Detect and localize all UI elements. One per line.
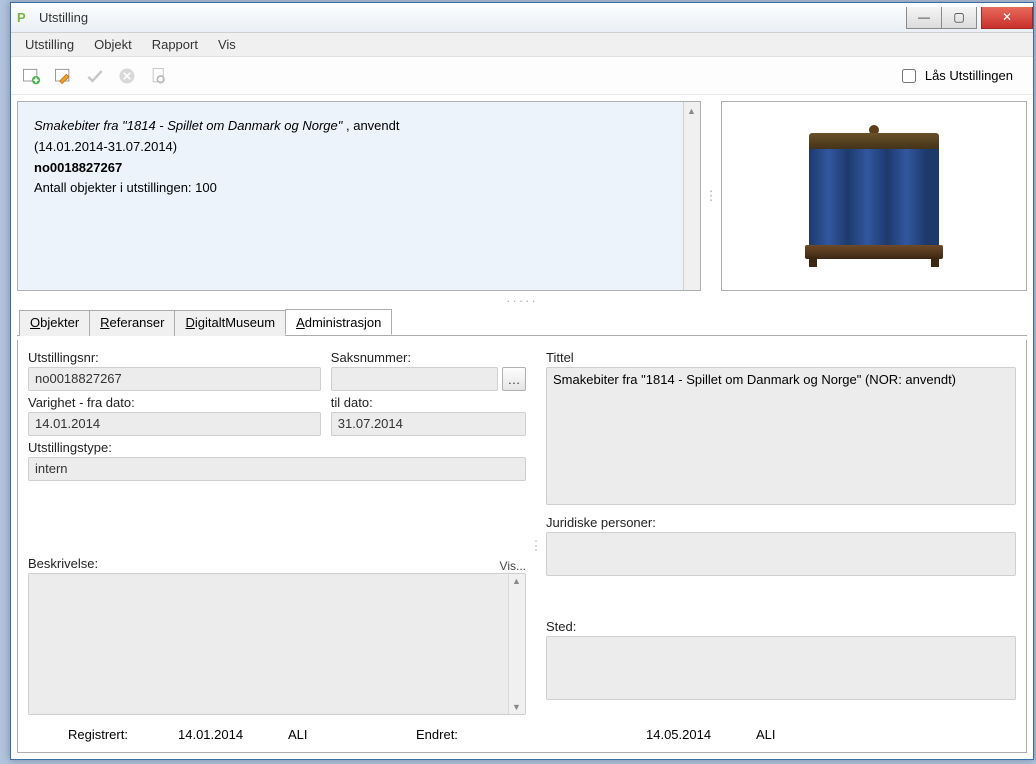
varighet-fra-label: Varighet - fra dato: xyxy=(28,393,321,412)
splitter-vertical[interactable]: ····· xyxy=(17,295,1027,305)
til-dato-input[interactable]: 31.07.2014 xyxy=(331,412,526,436)
utstillingsnr-input[interactable]: no0018827267 xyxy=(28,367,321,391)
registrert-label: Registrert: xyxy=(68,727,138,742)
info-dates: (14.01.2014-31.07.2014) xyxy=(34,137,684,158)
menubar: Utstilling Objekt Rapport Vis xyxy=(11,33,1033,57)
object-thumbnail xyxy=(799,121,949,271)
endret-label: Endret: xyxy=(416,727,486,742)
app-icon: P xyxy=(17,10,33,26)
tab-digitalt-rest: igitaltMuseum xyxy=(195,315,275,330)
column-splitter[interactable]: ⋮ xyxy=(532,348,540,744)
saksnummer-field: … xyxy=(331,367,526,391)
tab-objekter-rest: bjekter xyxy=(40,315,79,330)
tab-referanser-rest: eferanser xyxy=(110,315,165,330)
sted-label: Sted: xyxy=(546,617,1016,636)
tittel-input[interactable]: Smakebiter fra "1814 - Spillet om Danmar… xyxy=(546,367,1016,505)
app-window: P Utstilling — ▢ ✕ Utstilling Objekt Rap… xyxy=(10,2,1034,760)
beskrivelse-textarea[interactable] xyxy=(28,573,526,715)
saksnummer-input[interactable] xyxy=(331,367,498,391)
window-controls: — ▢ ✕ xyxy=(906,7,1033,29)
accept-button[interactable] xyxy=(83,64,107,88)
menu-objekt[interactable]: Objekt xyxy=(84,34,142,55)
saksnummer-label: Saksnummer: xyxy=(331,348,526,367)
beskrivelse-label: Beskrivelse: xyxy=(28,554,98,573)
content: Smakebiter fra "1814 - Spillet om Danmar… xyxy=(11,95,1033,759)
tab-referanser[interactable]: Referanser xyxy=(89,310,175,336)
tab-body: Utstillingsnr: no0018827267 Saksnummer: … xyxy=(17,340,1027,753)
image-pane xyxy=(721,101,1027,291)
edit-button[interactable] xyxy=(51,64,75,88)
maximize-button[interactable]: ▢ xyxy=(941,7,977,29)
left-column: Utstillingsnr: no0018827267 Saksnummer: … xyxy=(28,348,526,744)
tab-digitalt[interactable]: DigitaltMuseum xyxy=(174,310,286,336)
registrert-date: 14.01.2014 xyxy=(178,727,248,742)
juridiske-input[interactable] xyxy=(546,532,1016,576)
info-id: no0018827267 xyxy=(34,158,684,179)
cancel-button[interactable] xyxy=(115,64,139,88)
endret-date: 14.05.2014 xyxy=(646,727,716,742)
footer-row-right: 14.05.2014 ALI xyxy=(546,717,1016,744)
minimize-button[interactable]: — xyxy=(906,7,942,29)
upper-panes: Smakebiter fra "1814 - Spillet om Danmar… xyxy=(17,101,1027,291)
til-dato-label: til dato: xyxy=(331,393,526,412)
vis-link[interactable]: Vis... xyxy=(500,559,526,573)
close-button[interactable]: ✕ xyxy=(981,7,1033,29)
titlebar[interactable]: P Utstilling — ▢ ✕ xyxy=(11,3,1033,33)
info-title-line: Smakebiter fra "1814 - Spillet om Danmar… xyxy=(34,116,684,137)
info-title-suffix: , anvendt xyxy=(342,118,399,133)
right-column: Tittel Smakebiter fra "1814 - Spillet om… xyxy=(546,348,1016,744)
endret-user: ALI xyxy=(756,727,826,742)
tab-bar: Objekter Referanser DigitaltMuseum Admin… xyxy=(17,309,1027,336)
info-title: Smakebiter fra "1814 - Spillet om Danmar… xyxy=(34,118,342,133)
menu-vis[interactable]: Vis xyxy=(208,34,246,55)
registrert-user: ALI xyxy=(288,727,358,742)
lock-area: Lås Utstillingen xyxy=(898,66,1025,86)
utstillingstype-input[interactable]: intern xyxy=(28,457,526,481)
juridiske-label: Juridiske personer: xyxy=(546,513,1016,532)
tab-objekter[interactable]: Objekter xyxy=(19,310,90,336)
tab-admin-rest: dministrasjon xyxy=(305,315,382,330)
tab-admin[interactable]: Administrasjon xyxy=(285,309,392,335)
window-title: Utstilling xyxy=(39,10,906,25)
lock-label: Lås Utstillingen xyxy=(925,68,1013,83)
varighet-fra-input[interactable]: 14.01.2014 xyxy=(28,412,321,436)
utstillingsnr-label: Utstillingsnr: xyxy=(28,348,321,367)
new-button[interactable] xyxy=(19,64,43,88)
menu-utstilling[interactable]: Utstilling xyxy=(15,34,84,55)
menu-rapport[interactable]: Rapport xyxy=(142,34,208,55)
attach-button[interactable] xyxy=(147,64,171,88)
sted-input[interactable] xyxy=(546,636,1016,700)
utstillingstype-label: Utstillingstype: xyxy=(28,438,526,457)
splitter-horizontal[interactable]: ⋮ xyxy=(707,101,715,291)
tittel-label: Tittel xyxy=(546,348,1016,367)
saksnummer-browse-button[interactable]: … xyxy=(502,367,526,391)
info-pane: Smakebiter fra "1814 - Spillet om Danmar… xyxy=(17,101,701,291)
lock-checkbox[interactable] xyxy=(902,69,916,83)
toolbar: Lås Utstillingen xyxy=(11,57,1033,95)
info-count: Antall objekter i utstillingen: 100 xyxy=(34,178,684,199)
beskrivelse-scrollbar[interactable] xyxy=(508,574,525,714)
info-scrollbar[interactable] xyxy=(683,102,700,290)
footer-row: Registrert: 14.01.2014 ALI Endret: xyxy=(28,717,526,744)
